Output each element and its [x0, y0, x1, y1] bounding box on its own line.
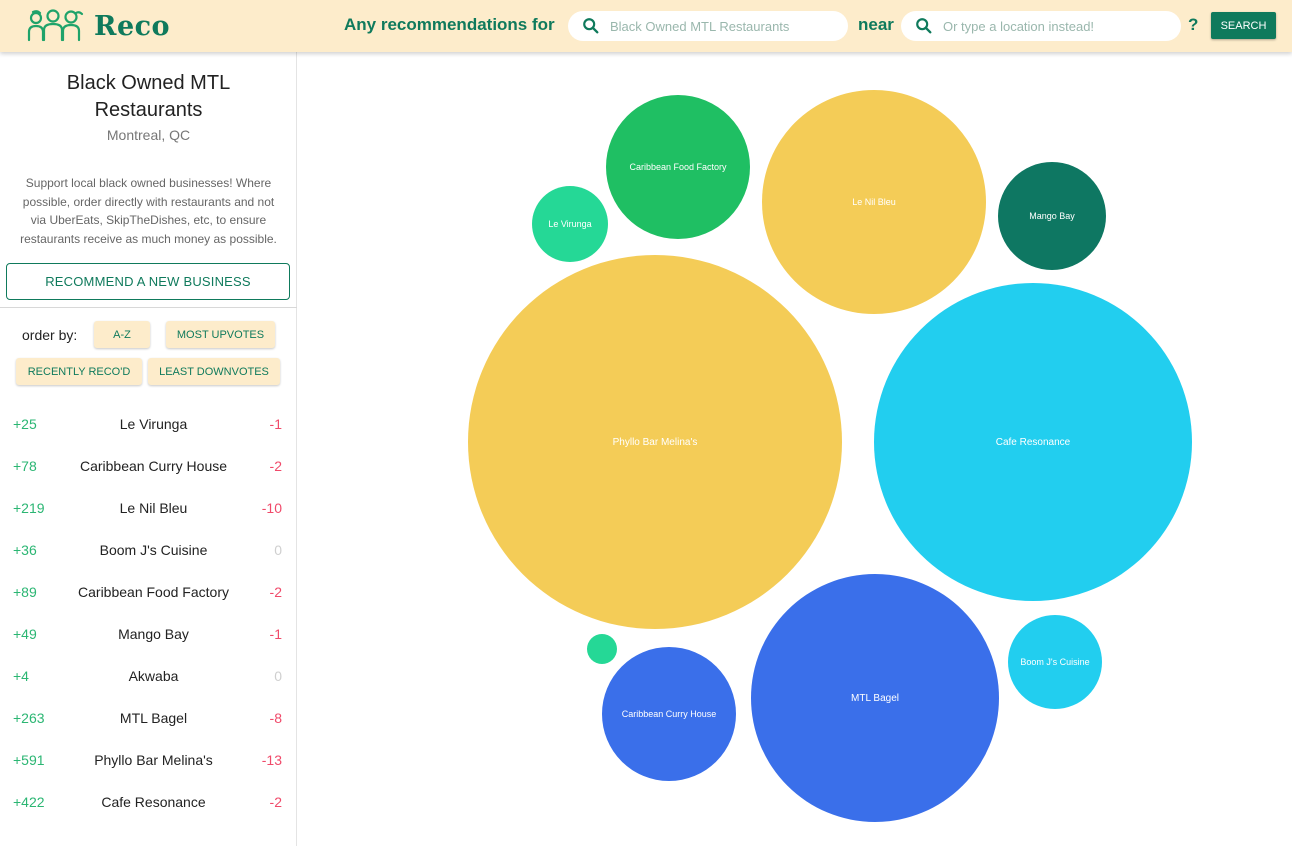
bubble-chart: Phyllo Bar Melina's Cafe Resonance MTL Bag…	[298, 52, 1292, 846]
business-name[interactable]: Caribbean Food Factory	[50, 584, 257, 600]
bubble-label: Boom J's Cuisine	[1020, 657, 1089, 667]
bubble-label: Mango Bay	[1029, 211, 1075, 221]
bubble[interactable]: Phyllo Bar Melina's	[468, 255, 842, 629]
downvote-count[interactable]: 0	[274, 542, 282, 558]
sort-least-downvotes-button[interactable]: LEAST DOWNVOTES	[148, 358, 280, 385]
upvote-count[interactable]: +25	[13, 416, 37, 432]
upvote-count[interactable]: +78	[13, 458, 37, 474]
location-search-input[interactable]	[943, 18, 1163, 34]
upvote-count[interactable]: +4	[13, 668, 29, 684]
bubble[interactable]: Le Virunga	[532, 186, 608, 262]
business-name[interactable]: Le Nil Bleu	[50, 500, 257, 516]
sidebar: Black Owned MTL Restaurants Montreal, QC…	[0, 52, 297, 846]
list-item[interactable]: +591 Phyllo Bar Melina's -13	[0, 739, 297, 781]
bubble-label: Cafe Resonance	[996, 437, 1071, 448]
divider	[0, 307, 297, 308]
logo-text: Reco	[94, 10, 171, 42]
list-item[interactable]: +263 MTL Bagel -8	[0, 697, 297, 739]
prompt-label: Any recommendations for	[344, 15, 555, 34]
downvote-count[interactable]: -13	[262, 752, 282, 768]
upvote-count[interactable]: +591	[13, 752, 45, 768]
list-item[interactable]: +4 Akwaba 0	[0, 655, 297, 697]
bubble-label: Phyllo Bar Melina's	[613, 437, 698, 448]
bubble-label: Caribbean Curry House	[622, 709, 717, 719]
help-button[interactable]: ?	[1188, 15, 1198, 35]
bubble-label: MTL Bagel	[851, 693, 899, 704]
top-bar: Reco Any recommendations for near ? SEAR…	[0, 0, 1292, 52]
list-item[interactable]: +89 Caribbean Food Factory -2	[0, 571, 297, 613]
topic-search-box[interactable]	[568, 11, 848, 41]
downvote-count[interactable]: -2	[270, 584, 282, 600]
business-name[interactable]: Le Virunga	[50, 416, 257, 432]
downvote-count[interactable]: -2	[270, 794, 282, 810]
list-location: Montreal, QC	[106, 127, 191, 143]
list-item[interactable]: +25 Le Virunga -1	[0, 403, 297, 445]
business-name[interactable]: Cafe Resonance	[50, 794, 257, 810]
upvote-count[interactable]: +422	[13, 794, 45, 810]
upvote-count[interactable]: +263	[13, 710, 45, 726]
upvote-count[interactable]: +36	[13, 542, 37, 558]
search-button[interactable]: SEARCH	[1211, 12, 1276, 39]
list-description: Support local black owned businesses! Wh…	[20, 176, 277, 246]
bubble[interactable]: Boom J's Cuisine	[1008, 615, 1102, 709]
sort-recently-recod-button[interactable]: RECENTLY RECO'D	[16, 358, 142, 385]
downvote-count[interactable]: -2	[270, 458, 282, 474]
bubble-label: Le Virunga	[548, 219, 591, 229]
search-icon	[583, 18, 599, 34]
bubble-label: Le Nil Bleu	[852, 197, 896, 207]
near-label: near	[858, 15, 894, 34]
list-item[interactable]: +36 Boom J's Cuisine 0	[0, 529, 297, 571]
people-logo-icon	[27, 9, 84, 42]
business-name[interactable]: Caribbean Curry House	[50, 458, 257, 474]
upvote-count[interactable]: +219	[13, 500, 45, 516]
bubble[interactable]: Cafe Resonance	[874, 283, 1192, 601]
upvote-count[interactable]: +49	[13, 626, 37, 642]
business-name[interactable]: Mango Bay	[50, 626, 257, 642]
recommend-business-button[interactable]: RECOMMEND A NEW BUSINESS	[6, 263, 290, 300]
bubble[interactable]: Mango Bay	[998, 162, 1106, 270]
location-search-box[interactable]	[901, 11, 1181, 41]
list-title: Black Owned MTL Restaurants	[66, 72, 231, 121]
sort-az-button[interactable]: A-Z	[94, 321, 150, 348]
list-item[interactable]: +422 Cafe Resonance -2	[0, 781, 297, 823]
business-name[interactable]: Akwaba	[50, 668, 257, 684]
list-item[interactable]: +219 Le Nil Bleu -10	[0, 487, 297, 529]
downvote-count[interactable]: -10	[262, 500, 282, 516]
bubble[interactable]: Le Nil Bleu	[762, 90, 986, 314]
topic-search-input[interactable]	[610, 18, 830, 34]
order-by-label: order by:	[22, 327, 78, 343]
business-name[interactable]: MTL Bagel	[50, 710, 257, 726]
downvote-count[interactable]: -1	[270, 416, 282, 432]
search-icon	[916, 18, 932, 34]
bubble-chart-svg: Phyllo Bar Melina's Cafe Resonance MTL Bag…	[468, 90, 1192, 822]
business-list: +25 Le Virunga -1 +78 Caribbean Curry Ho…	[0, 403, 297, 823]
logo[interactable]: Reco	[26, 8, 170, 44]
business-name[interactable]: Boom J's Cuisine	[50, 542, 257, 558]
downvote-count[interactable]: -8	[270, 710, 282, 726]
bubble[interactable]: Caribbean Food Factory	[606, 95, 750, 239]
bubble[interactable]: Caribbean Curry House	[602, 647, 736, 781]
list-item[interactable]: +78 Caribbean Curry House -2	[0, 445, 297, 487]
business-name[interactable]: Phyllo Bar Melina's	[50, 752, 257, 768]
downvote-count[interactable]: -1	[270, 626, 282, 642]
bubble[interactable]	[587, 634, 617, 664]
downvote-count[interactable]: 0	[274, 668, 282, 684]
sort-most-upvotes-button[interactable]: MOST UPVOTES	[166, 321, 275, 348]
upvote-count[interactable]: +89	[13, 584, 37, 600]
bubble[interactable]: MTL Bagel	[751, 574, 999, 822]
list-item[interactable]: +49 Mango Bay -1	[0, 613, 297, 655]
bubble-circle[interactable]	[587, 634, 617, 664]
bubble-label: Caribbean Food Factory	[629, 162, 727, 172]
